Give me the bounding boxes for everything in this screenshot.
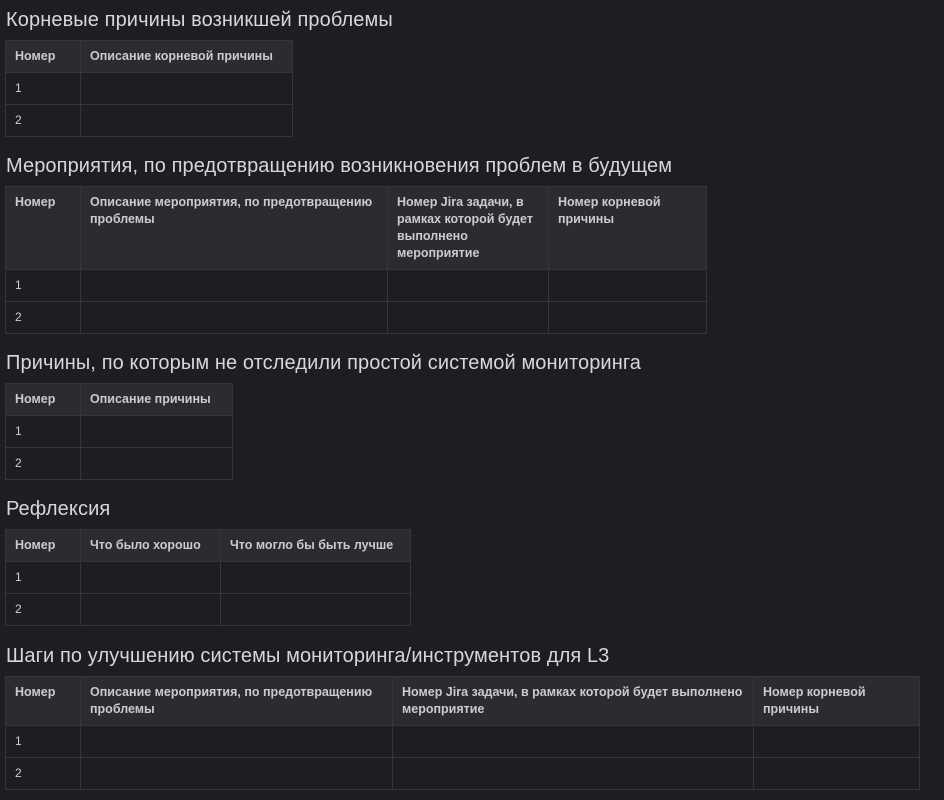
table-cell-number[interactable]: 2	[5, 593, 81, 626]
table-header-row: Номер Описание корневой причины	[5, 40, 293, 73]
table-row: 1	[5, 415, 233, 448]
section-title-monitoring-improvements: Шаги по улучшению системы мониторинга/ин…	[6, 645, 610, 667]
table-cell[interactable]	[387, 269, 549, 302]
table-cell[interactable]	[392, 725, 754, 758]
table-cell-number[interactable]: 1	[5, 269, 81, 302]
root-causes-table: Номер Описание корневой причины 1 2	[5, 40, 293, 137]
column-header: Номер	[5, 186, 81, 270]
section-title-root-causes: Корневые причины возникшей проблемы	[6, 9, 393, 31]
table-row: 2	[5, 104, 293, 137]
column-header: Номер	[5, 383, 81, 416]
table-cell[interactable]	[753, 757, 920, 790]
column-header: Описание мероприятия, по предотвращению …	[80, 676, 393, 726]
table-cell[interactable]	[80, 269, 388, 302]
section-title-reflection: Рефлексия	[6, 498, 111, 520]
table-cell-number[interactable]: 2	[5, 104, 81, 137]
column-header: Описание корневой причины	[80, 40, 293, 73]
column-header: Номер корневой причины	[548, 186, 707, 270]
section-title-monitoring-gaps: Причины, по которым не отследили простой…	[6, 352, 642, 374]
table-header-row: Номер Описание мероприятия, по предотвра…	[5, 186, 707, 270]
table-cell[interactable]	[548, 269, 707, 302]
table-cell[interactable]	[80, 725, 393, 758]
table-row: 2	[5, 301, 707, 334]
table-header-row: Номер Описание мероприятия, по предотвра…	[5, 676, 920, 726]
table-cell[interactable]	[220, 561, 411, 594]
column-header: Номер Jira задачи, в рамках которой буде…	[392, 676, 754, 726]
column-header: Номер	[5, 40, 81, 73]
table-cell-number[interactable]: 2	[5, 757, 81, 790]
table-cell-number[interactable]: 2	[5, 301, 81, 334]
table-cell-number[interactable]: 1	[5, 725, 81, 758]
table-cell[interactable]	[80, 72, 293, 105]
table-row: 2	[5, 757, 920, 790]
table-cell-number[interactable]: 1	[5, 415, 81, 448]
column-header: Что было хорошо	[80, 529, 221, 562]
table-row: 1	[5, 269, 707, 302]
table-cell[interactable]	[80, 593, 221, 626]
table-row: 1	[5, 561, 411, 594]
column-header: Номер	[5, 529, 81, 562]
table-cell[interactable]	[80, 104, 293, 137]
table-row: 2	[5, 593, 411, 626]
column-header: Описание мероприятия, по предотвращению …	[80, 186, 388, 270]
table-row: 2	[5, 447, 233, 480]
column-header: Номер корневой причины	[753, 676, 920, 726]
table-cell[interactable]	[220, 593, 411, 626]
section-title-preventive-measures: Мероприятия, по предотвращению возникнов…	[6, 155, 673, 177]
table-cell-number[interactable]: 1	[5, 72, 81, 105]
column-header: Номер	[5, 676, 81, 726]
table-row: 1	[5, 725, 920, 758]
table-cell[interactable]	[80, 301, 388, 334]
table-cell[interactable]	[80, 757, 393, 790]
monitoring-improvements-table: Номер Описание мероприятия, по предотвра…	[5, 676, 920, 790]
reflection-table: Номер Что было хорошо Что могло бы быть …	[5, 529, 411, 626]
table-row: 1	[5, 72, 293, 105]
table-header-row: Номер Что было хорошо Что могло бы быть …	[5, 529, 411, 562]
table-cell-number[interactable]: 2	[5, 447, 81, 480]
table-cell[interactable]	[80, 561, 221, 594]
table-cell[interactable]	[80, 415, 233, 448]
table-cell[interactable]	[753, 725, 920, 758]
table-cell[interactable]	[387, 301, 549, 334]
table-cell[interactable]	[80, 447, 233, 480]
preventive-measures-table: Номер Описание мероприятия, по предотвра…	[5, 186, 707, 334]
table-cell[interactable]	[548, 301, 707, 334]
table-header-row: Номер Описание причины	[5, 383, 233, 416]
column-header: Что могло бы быть лучше	[220, 529, 411, 562]
column-header: Номер Jira задачи, в рамках которой буде…	[387, 186, 549, 270]
table-cell[interactable]	[392, 757, 754, 790]
column-header: Описание причины	[80, 383, 233, 416]
monitoring-gaps-table: Номер Описание причины 1 2	[5, 383, 233, 480]
table-cell-number[interactable]: 1	[5, 561, 81, 594]
